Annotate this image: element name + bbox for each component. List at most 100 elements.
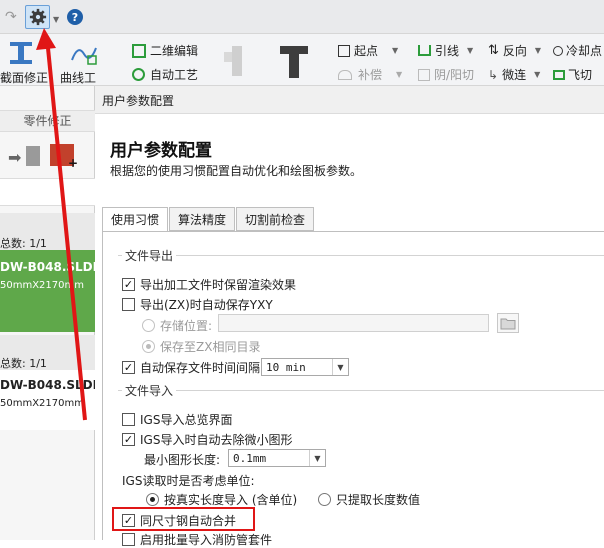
leadline-dropdown-icon[interactable]: ▼ <box>467 46 473 55</box>
curve-tool-icon <box>70 42 98 69</box>
gear-glyph <box>29 8 46 26</box>
fly-cut-label: 飞切 <box>568 68 593 82</box>
section-modify-button[interactable]: 截面修正 <box>0 69 48 86</box>
auto-process-label: 自动工艺 <box>150 68 199 82</box>
auto-process-icon <box>132 68 145 81</box>
min-length-label: 最小图形长度: <box>144 453 221 467</box>
by-real-length-radio[interactable]: 按真实长度导入 (含单位) <box>146 491 297 508</box>
tab-usage-habits[interactable]: 使用习惯 <box>102 207 169 232</box>
part-filter-bar <box>0 178 95 206</box>
micro-link-button[interactable]: ↳ 微连 ▼ <box>488 66 540 83</box>
min-length-select[interactable]: 0.1mm ▼ <box>228 449 326 467</box>
help-icon[interactable]: ? <box>67 9 83 25</box>
reverse-label: 反向 <box>502 44 527 58</box>
cooling-point-button[interactable]: 冷却点 <box>553 42 602 59</box>
reverse-dropdown-icon[interactable]: ▼ <box>535 46 541 55</box>
start-point-icon <box>338 44 350 57</box>
pipe-joint-icon <box>220 42 254 85</box>
storage-location-input[interactable] <box>218 314 489 332</box>
auto-save-xxy-checkbox[interactable]: 导出(ZX)时自动保存YXY <box>122 296 273 313</box>
part-card-1[interactable]: DW-B048.SLDPR 50mmX2170mm <box>0 250 111 332</box>
dialog-heading: 用户参数配置 <box>110 141 212 161</box>
ribbon: 截面修正 曲线工 二维编辑 自动工艺 起点 ▼ 补偿 ▼ 引线 ▼ 阴/阳切 ⇅… <box>0 34 604 86</box>
section-modify-icon <box>7 40 35 69</box>
keep-render-checkbox[interactable]: 导出加工文件时保留渲染效果 <box>122 276 296 293</box>
export-section-title: 文件导出 <box>122 247 177 264</box>
keep-render-label: 导出加工文件时保留渲染效果 <box>140 278 297 292</box>
yin-yang-cut-button[interactable]: 阴/阳切 <box>418 66 474 83</box>
plus-icon: + <box>68 156 79 170</box>
leadline-button[interactable]: 引线 ▼ <box>418 42 473 59</box>
igs-overview-label: IGS导入总览界面 <box>140 413 233 427</box>
quick-access-toolbar: ↷ ▼ ? <box>0 0 604 34</box>
micro-link-icon: ↳ <box>488 67 499 82</box>
micro-link-label: 微连 <box>502 68 527 82</box>
part-card-2-header[interactable]: 总数: 1/1 <box>0 335 95 370</box>
part-total-count: 总数: 1/1 <box>0 237 47 250</box>
auto-save-interval-value: 10 min <box>266 360 306 374</box>
gray-block-icon[interactable] <box>26 146 40 166</box>
highlight-box <box>112 507 255 531</box>
chevron-down-icon[interactable]: ▼ <box>332 359 348 375</box>
dialog-description: 根据您的使用习惯配置自动优化和绘图板参数。 <box>110 164 363 178</box>
compensate-icon <box>338 69 352 80</box>
compensate-button[interactable]: 补偿 ▼ <box>338 66 402 83</box>
part-dimensions: 50mmX2170mm <box>0 280 84 291</box>
auto-save-interval-select[interactable]: 10 min ▼ <box>261 358 349 376</box>
folder-icon <box>500 318 516 329</box>
gear-dropdown-icon[interactable]: ▼ <box>53 11 59 25</box>
compensate-dropdown-icon[interactable]: ▼ <box>396 70 402 79</box>
import-section-title: 文件导入 <box>122 382 177 399</box>
qrcode-icon <box>132 43 146 58</box>
qrcode-edit-button[interactable]: 二维编辑 <box>132 42 198 59</box>
redo-icon[interactable]: ↷ <box>5 9 17 25</box>
dialog-title: 用户参数配置 <box>95 86 604 114</box>
radio-icon <box>318 493 331 506</box>
cooling-point-icon <box>553 45 563 56</box>
start-point-button[interactable]: 起点 ▼ <box>338 42 398 59</box>
save-same-dir-radio[interactable]: 保存至ZX相同目录 <box>142 338 260 355</box>
extract-length-label: 只提取长度数值 <box>336 493 421 507</box>
chevron-down-icon[interactable]: ▼ <box>309 450 325 466</box>
igs-overview-checkbox[interactable]: IGS导入总览界面 <box>122 411 232 428</box>
qrcode-edit-label: 二维编辑 <box>150 44 199 58</box>
checkbox-checked-icon <box>122 433 135 446</box>
import-section-line <box>118 390 604 391</box>
browse-folder-button[interactable] <box>497 313 519 333</box>
auto-process-button[interactable]: 自动工艺 <box>132 66 198 83</box>
part-card-1-header[interactable]: 总数: 1/1 <box>0 213 95 250</box>
fly-cut-button[interactable]: 飞切 <box>553 66 592 83</box>
checkbox-icon <box>122 298 135 311</box>
yin-yang-label: 阴/阳切 <box>434 68 475 82</box>
start-point-label: 起点 <box>354 44 379 58</box>
part-tools-row: ➡ + <box>0 140 95 178</box>
gear-icon[interactable] <box>25 5 50 29</box>
radio-selected-icon <box>146 493 159 506</box>
radio-icon <box>142 319 155 332</box>
tee-icon <box>278 42 310 85</box>
min-length-value: 0.1mm <box>233 451 267 465</box>
start-point-dropdown-icon[interactable]: ▼ <box>392 46 398 55</box>
igs-remove-small-checkbox[interactable]: IGS导入时自动去除微小图形 <box>122 431 292 448</box>
micro-link-dropdown-icon[interactable]: ▼ <box>534 70 540 79</box>
part-card-2[interactable]: DW-B048.SLDPR 50mmX2170mm <box>0 370 111 430</box>
by-real-length-label: 按真实长度导入 (含单位) <box>164 493 298 507</box>
reverse-button[interactable]: ⇅ 反向 ▼ <box>488 42 541 59</box>
tab-algorithm-precision[interactable]: 算法精度 <box>169 207 236 231</box>
compensate-label: 补偿 <box>358 68 383 82</box>
leadline-label: 引线 <box>435 44 460 58</box>
checkbox-checked-icon <box>122 361 135 374</box>
auto-save-interval-checkbox[interactable]: 自动保存文件时间间隔 <box>122 359 260 376</box>
storage-location-radio[interactable]: 存储位置: <box>142 317 212 334</box>
part-dimensions: 50mmX2170mm <box>0 398 84 409</box>
curve-tool-button[interactable]: 曲线工 <box>60 69 96 86</box>
auto-save-xxy-label: 导出(ZX)时自动保存YXY <box>140 298 273 312</box>
checkbox-checked-icon <box>122 278 135 291</box>
move-arrow-icon[interactable]: ➡ <box>8 148 21 167</box>
cooling-point-label: 冷却点 <box>566 44 603 58</box>
extract-length-radio[interactable]: 只提取长度数值 <box>318 491 420 508</box>
part-total-count: 总数: 1/1 <box>0 357 47 370</box>
export-section-line <box>118 255 604 256</box>
tab-pre-cut-check[interactable]: 切割前检查 <box>236 207 315 231</box>
leadline-icon <box>418 45 431 56</box>
